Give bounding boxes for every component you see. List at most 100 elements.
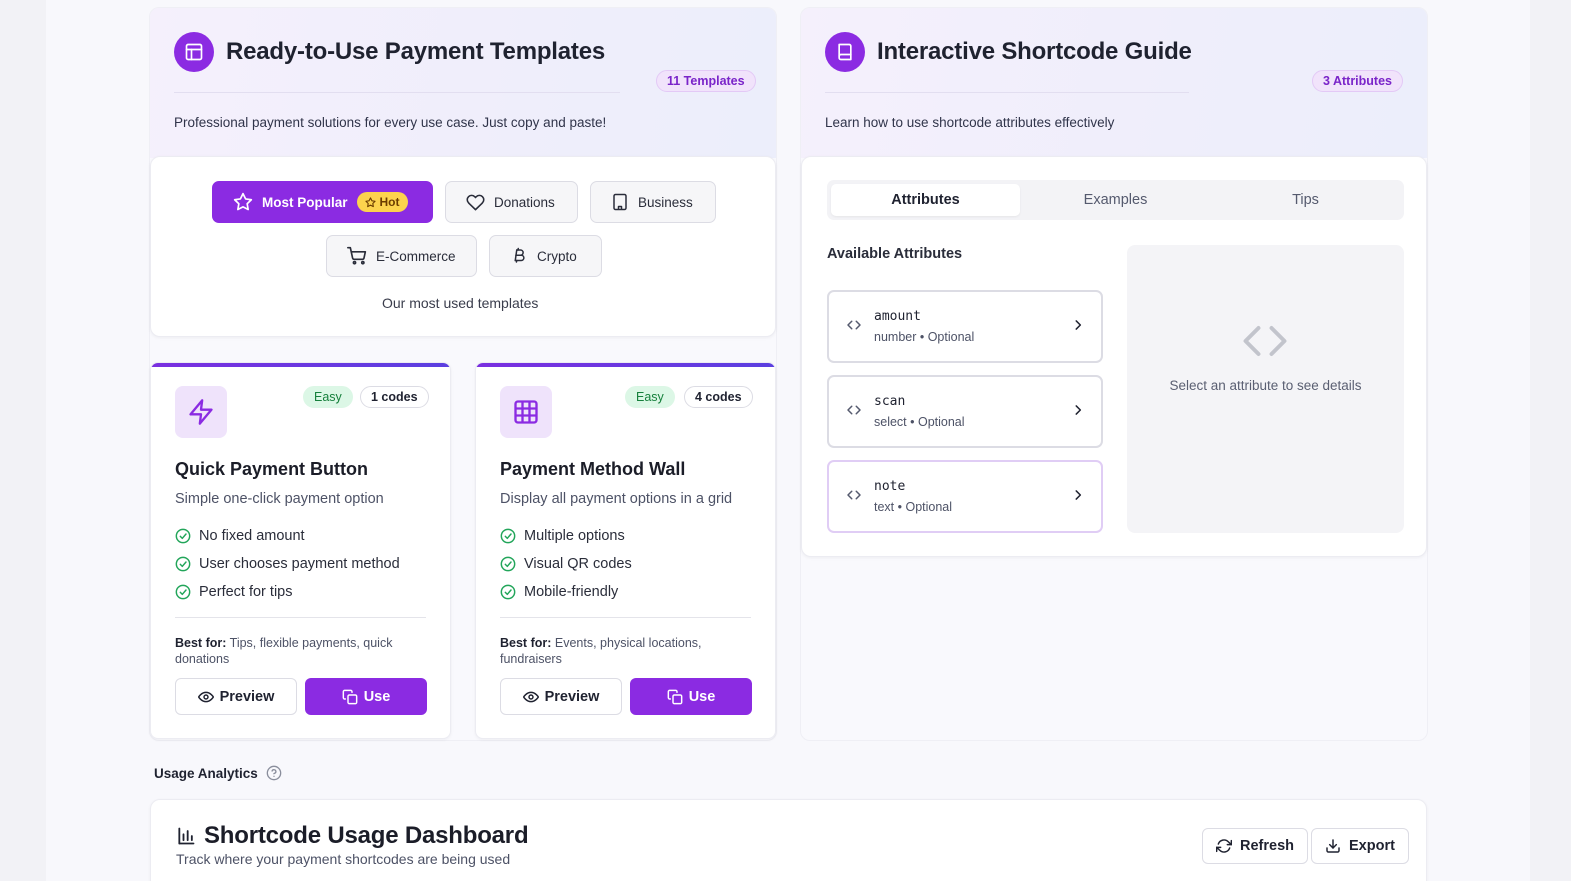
card-accent-bar [151,363,450,367]
template-subtitle: Simple one-click payment option [175,491,384,507]
filter-business[interactable]: Business [590,181,716,223]
building-icon [613,193,627,211]
available-attributes-heading: Available Attributes [827,246,963,262]
attribute-name: note [874,479,906,494]
attribute-meta: select • Optional [874,415,965,429]
filter-crypto[interactable]: Crypto [489,235,602,277]
filter-donations[interactable]: Donations [445,181,578,223]
attributes-card: Attributes Examples Tips Available Attri… [801,156,1427,557]
preview-label: Preview [544,688,600,705]
check-circle-icon [500,556,516,572]
filter-label: Donations [494,194,555,210]
heart-icon [466,194,485,210]
copy-icon [667,689,683,704]
bar-chart-icon [178,827,195,845]
code-icon [847,405,861,415]
templates-panel-description: Professional payment solutions for every… [174,115,607,130]
feature-text: User chooses payment method [199,556,400,572]
check-circle-icon [175,528,191,544]
template-subtitle: Display all payment options in a grid [500,491,733,507]
filter-ecommerce[interactable]: E-Commerce [326,235,477,277]
attribute-name: scan [874,394,906,409]
help-circle-icon[interactable] [266,765,282,781]
feature-text: No fixed amount [199,528,305,544]
book-icon [825,32,865,72]
usage-dashboard-card: Shortcode Usage Dashboard Track where yo… [150,799,1427,881]
attribute-name: amount [874,309,921,324]
refresh-button[interactable]: Refresh [1202,828,1308,864]
codes-badge: 4 codes [684,386,753,408]
dashboard-title: Shortcode Usage Dashboard [176,822,529,850]
template-card-quick-payment: Easy 1 codes Quick Payment Button Simple… [150,362,451,739]
filter-label: Most Popular [262,194,348,210]
export-button[interactable]: Export [1311,828,1409,864]
card-accent-bar [476,363,775,367]
feature-item: Perfect for tips [175,584,292,600]
preview-button[interactable]: Preview [175,678,297,715]
card-divider [175,617,426,618]
use-button[interactable]: Use [305,678,427,715]
check-circle-icon [175,556,191,572]
best-for: Best for: Events, physical locations, fu… [500,635,740,667]
chevron-right-icon [1075,405,1082,415]
tab-attributes[interactable]: Attributes [831,184,1020,216]
guide-panel-title: Interactive Shortcode Guide [877,38,1192,65]
zap-icon [175,386,227,438]
guide-tabs: Attributes Examples Tips [827,180,1404,220]
page-root: Ready-to-Use Payment Templates 11 Templa… [46,0,1530,881]
export-label: Export [1349,838,1395,854]
eye-icon [522,691,539,702]
code-icon [847,320,861,330]
attribute-detail-placeholder: Select an attribute to see details [1127,245,1404,533]
card-divider [500,617,751,618]
detail-placeholder-text: Select an attribute to see details [1169,378,1362,393]
chevron-right-icon [1075,320,1082,330]
feature-item: Visual QR codes [500,556,632,572]
tab-tips[interactable]: Tips [1211,184,1400,216]
refresh-icon [1216,839,1232,853]
dashboard-title-text: Shortcode Usage Dashboard [204,822,529,849]
codes-badge: 1 codes [360,386,429,408]
attribute-item-scan[interactable]: scan select • Optional [827,375,1103,448]
best-for-label: Best for: [500,636,552,650]
use-label: Use [363,688,391,705]
difficulty-badge: Easy [625,386,675,408]
feature-text: Multiple options [524,528,625,544]
attribute-item-amount[interactable]: amount number • Optional [827,290,1103,363]
feature-item: Multiple options [500,528,625,544]
check-circle-icon [500,584,516,600]
feature-text: Perfect for tips [199,584,293,600]
guide-title-divider [825,92,1189,93]
tab-examples[interactable]: Examples [1021,184,1210,216]
code-icon [847,490,861,500]
bitcoin-icon [514,247,525,263]
download-icon [1326,839,1340,853]
feature-item: Mobile-friendly [500,584,618,600]
attribute-item-note[interactable]: note text • Optional [827,460,1103,533]
cart-icon [347,246,367,265]
filter-most-popular[interactable]: Most Popular Hot [212,181,433,223]
filter-label: Crypto [537,248,577,264]
chevron-right-icon [1075,490,1082,500]
attribute-meta: text • Optional [874,500,953,514]
template-filter-card: Most Popular Hot Donations Business E-Co… [150,156,776,337]
guide-panel-description: Learn how to use shortcode attributes ef… [825,115,1115,130]
hot-badge: Hot [356,192,408,212]
code-icon [1243,326,1287,356]
filter-label: Business [638,194,693,210]
use-button[interactable]: Use [630,678,752,715]
filter-caption: Our most used templates [382,295,539,311]
hot-badge-label: Hot [379,195,400,209]
dashboard-subtitle: Track where your payment shortcodes are … [176,851,511,867]
copy-icon [342,689,358,704]
layout-icon [174,32,214,72]
templates-count-badge: 11 Templates [656,70,756,92]
preview-label: Preview [219,688,275,705]
feature-item: User chooses payment method [175,556,400,572]
template-title: Payment Method Wall [500,459,686,479]
star-icon [364,196,376,207]
best-for: Best for: Tips, flexible payments, quick… [175,635,415,667]
refresh-label: Refresh [1240,838,1294,854]
preview-button[interactable]: Preview [500,678,622,715]
templates-title-divider [174,92,620,93]
